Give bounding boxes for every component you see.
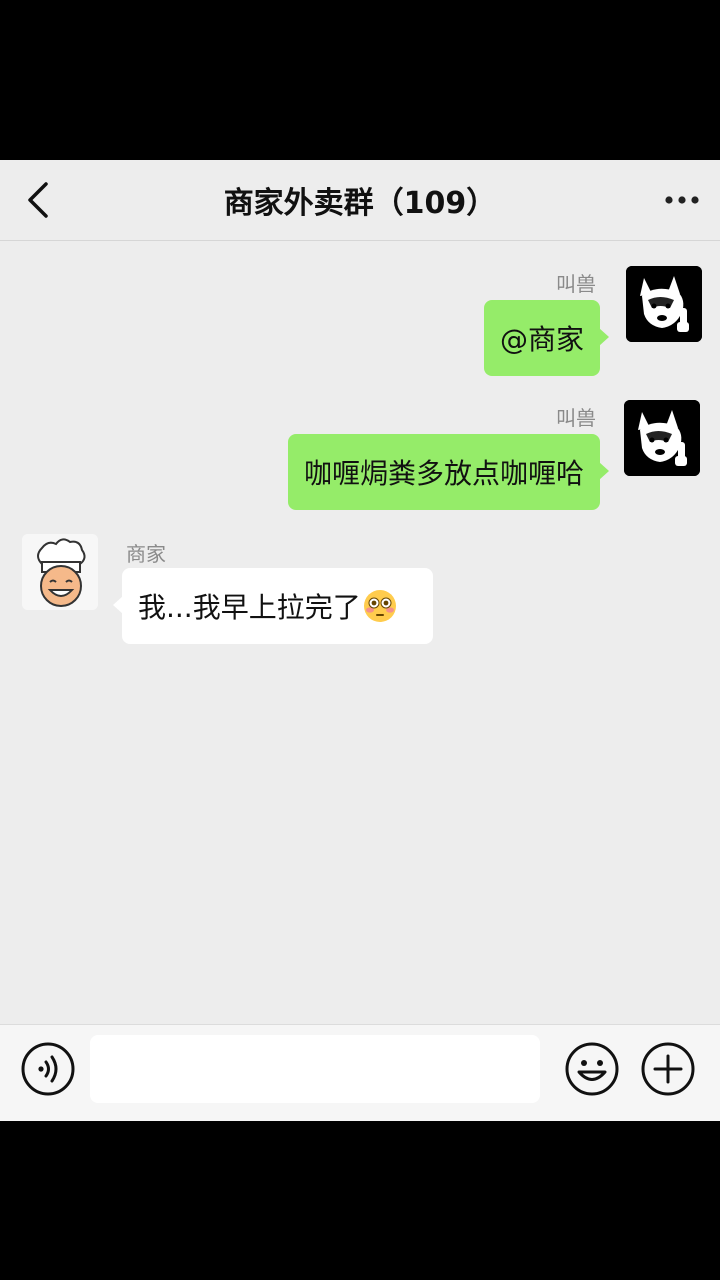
chat-screen: 商家外卖群（109） 叫兽 @商家 叫兽 咖喱焗粪多放点咖喱哈 商家 我...我… <box>0 160 720 1121</box>
chat-title: 商家外卖群（109） <box>223 186 497 221</box>
more-button[interactable] <box>662 184 702 216</box>
message-input[interactable] <box>90 1035 540 1103</box>
avatar-chef[interactable] <box>22 534 98 610</box>
husky-avatar-icon <box>624 400 700 476</box>
emoji-button[interactable] <box>564 1041 620 1097</box>
sender-name: 叫兽 <box>556 272 596 296</box>
more-dots-icon <box>665 196 699 204</box>
voice-button[interactable] <box>20 1041 76 1097</box>
sender-name: 商家 <box>126 542 166 566</box>
message-bubble[interactable]: 我...我早上拉完了 <box>113 568 433 644</box>
message-text: 我...我早上拉完了 <box>138 591 361 624</box>
avatar-husky[interactable] <box>624 400 700 476</box>
message-bubble[interactable]: @商家 <box>483 300 610 376</box>
flushed-face-emoji <box>363 590 396 622</box>
voice-icon <box>21 1042 75 1096</box>
plus-button[interactable] <box>640 1041 696 1097</box>
chat-header: 商家外卖群（109） <box>0 160 720 241</box>
chef-avatar-icon <box>22 534 98 610</box>
input-bar <box>0 1024 720 1121</box>
plus-circle-icon <box>641 1042 695 1096</box>
message-bubble[interactable]: 咖喱焗粪多放点咖喱哈 <box>287 434 610 510</box>
emoji-smile-icon <box>565 1042 619 1096</box>
sender-name: 叫兽 <box>556 406 596 430</box>
avatar-husky[interactable] <box>626 266 702 342</box>
husky-avatar-icon <box>626 266 702 342</box>
